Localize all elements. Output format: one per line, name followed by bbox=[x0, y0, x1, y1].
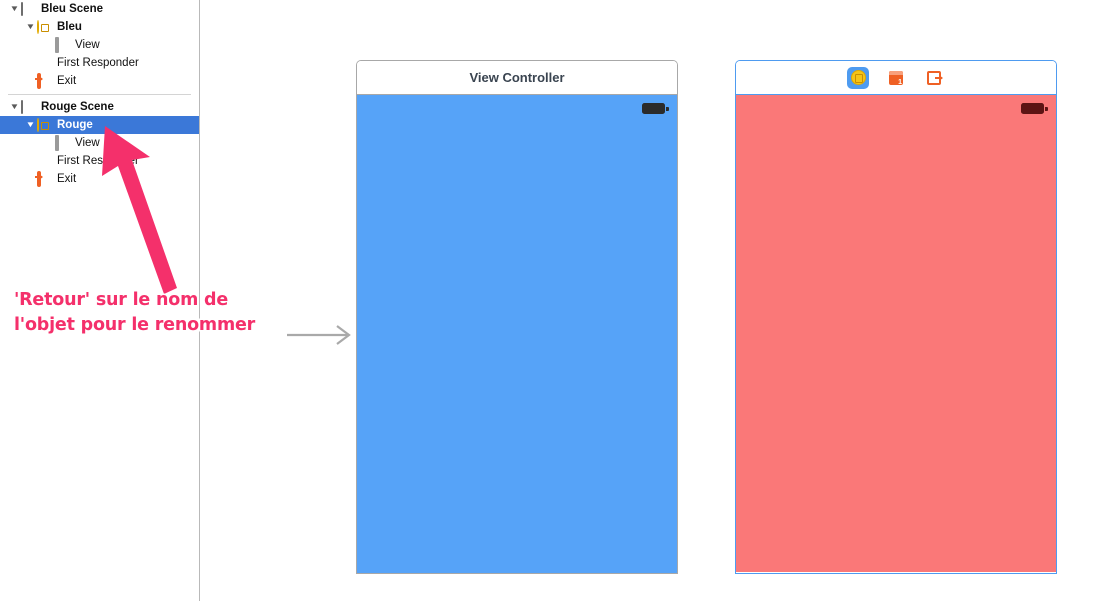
outline-row-bleu-exit[interactable]: Exit bbox=[0, 72, 199, 90]
annotation-pointer-arrow-icon bbox=[102, 126, 177, 294]
first-responder-icon bbox=[37, 154, 52, 169]
outline-row-label: Bleu Scene bbox=[41, 3, 103, 15]
canvas-scene-blue[interactable]: View Controller bbox=[356, 60, 678, 574]
dock-exit-icon[interactable] bbox=[923, 67, 945, 89]
annotation-text: 'Retour' sur le nom de l'objet pour le r… bbox=[14, 288, 324, 338]
outline-row-label: Exit bbox=[57, 173, 77, 185]
scene-dock-bar[interactable] bbox=[736, 61, 1056, 95]
dock-first-responder-icon[interactable] bbox=[885, 67, 907, 89]
exit-icon bbox=[37, 170, 52, 187]
canvas-scene-rouge[interactable] bbox=[735, 60, 1057, 574]
outline-row-label: First Responder bbox=[57, 57, 139, 69]
outline-separator bbox=[8, 94, 191, 95]
scene-body[interactable] bbox=[736, 95, 1056, 572]
first-responder-icon bbox=[37, 56, 52, 71]
outline-row-label: View bbox=[75, 39, 100, 51]
blue-view[interactable] bbox=[357, 95, 677, 573]
outline-row-label: Bleu bbox=[57, 21, 82, 33]
interface-builder-screen: ▼ Bleu Scene ▼ Bleu View First Responder… bbox=[0, 0, 1103, 601]
battery-icon bbox=[642, 103, 669, 114]
rouge-view[interactable] bbox=[736, 95, 1056, 572]
annotation-line-2: l'objet pour le renommer bbox=[14, 315, 256, 335]
scene-title: View Controller bbox=[469, 70, 565, 85]
annotation-line-1: 'Retour' sur le nom de bbox=[14, 290, 228, 310]
outline-row-bleu[interactable]: ▼ Bleu bbox=[0, 18, 199, 36]
battery-icon bbox=[1021, 103, 1048, 114]
scene-body[interactable] bbox=[357, 95, 677, 573]
view-controller-icon bbox=[37, 19, 52, 35]
exit-icon bbox=[37, 72, 52, 89]
annotation-callout-arrow-icon bbox=[287, 325, 351, 345]
outline-row-bleu-view[interactable]: View bbox=[0, 36, 199, 54]
view-controller-icon bbox=[37, 117, 52, 133]
outline-row-bleu-first-responder[interactable]: First Responder bbox=[0, 54, 199, 72]
outline-row-label: Exit bbox=[57, 75, 77, 87]
scene-title-bar[interactable]: View Controller bbox=[357, 61, 677, 95]
outline-row-bleu-scene[interactable]: ▼ Bleu Scene bbox=[0, 0, 199, 18]
outline-row-label: Rouge Scene bbox=[41, 101, 114, 113]
scene-icon bbox=[21, 99, 36, 115]
dock-view-controller-icon[interactable] bbox=[847, 66, 869, 89]
scene-icon bbox=[21, 1, 36, 17]
outline-row-rouge-scene[interactable]: ▼ Rouge Scene bbox=[0, 98, 199, 116]
view-icon bbox=[55, 134, 70, 151]
view-icon bbox=[55, 36, 70, 53]
